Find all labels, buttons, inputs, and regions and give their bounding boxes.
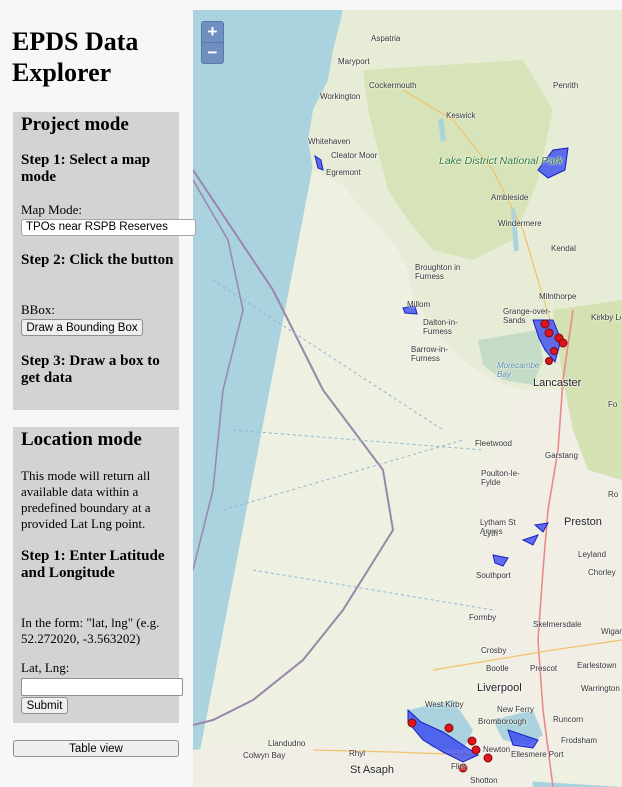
map-label: Frodsham <box>561 736 598 745</box>
map-label: Keswick <box>446 111 476 120</box>
map-label: Colwyn Bay <box>243 751 286 760</box>
map-label: Bromborough <box>478 717 527 726</box>
map-label: Southport <box>476 571 511 580</box>
map-label: Formby <box>469 613 497 622</box>
map-label: Cockermouth <box>369 81 417 90</box>
map-label: Kirkby Lonsdale <box>591 313 621 322</box>
table-view-button[interactable]: Table view <box>13 740 179 757</box>
marker <box>467 736 477 746</box>
project-step2-heading: Step 2: Click the button <box>21 252 174 268</box>
map-label: Liverpool <box>477 682 522 694</box>
submit-button[interactable]: Submit <box>21 697 68 714</box>
marker <box>550 347 558 355</box>
zoom-out-button[interactable]: − <box>201 42 224 64</box>
map-label: Rhyl <box>349 749 366 758</box>
location-mode-description: This mode will return all available data… <box>21 468 151 531</box>
map-label: Wigan <box>601 627 622 636</box>
map-label: Preston <box>564 516 602 528</box>
map-label: Ambleside <box>491 193 529 202</box>
map-label: Llandudno <box>268 739 306 748</box>
map-label: Workington <box>320 92 361 101</box>
map-label-national-park: Lake District National Park <box>439 155 563 167</box>
map-label: Earlestown <box>577 661 617 670</box>
map-label: Grange-over-Sands <box>503 307 551 325</box>
map-label: Barrow-in-Furness <box>411 345 448 363</box>
map-label: Egremont <box>326 168 361 177</box>
zoom-in-button[interactable]: + <box>201 21 224 43</box>
map-label: Fo <box>608 400 618 409</box>
marker <box>558 338 568 348</box>
latlng-input[interactable] <box>21 678 183 696</box>
maritime-boundary-2 <box>193 179 244 571</box>
map-label: New Ferry <box>497 705 534 714</box>
map[interactable]: Aspatria Maryport Cockermouth Workington… <box>193 10 622 787</box>
map-label: Poulton-le-Fylde <box>481 469 520 487</box>
map-label: Skelmersdale <box>533 620 582 629</box>
map-label: Bootle <box>486 664 509 673</box>
marker <box>483 753 493 763</box>
bbox-label: BBox: <box>21 302 55 317</box>
map-label: Shotton <box>470 776 498 785</box>
latlng-format-hint: In the form: "lat, lng" (e.g. 52.272020,… <box>21 615 160 646</box>
map-label: Millom <box>407 300 431 309</box>
map-label: Lyth <box>483 529 498 538</box>
map-label: Lancaster <box>533 377 582 389</box>
location-step1-heading: Step 1: Enter Latitude and Longitude <box>21 548 165 581</box>
map-label: Penrith <box>553 81 579 90</box>
marker <box>471 745 481 755</box>
marker <box>407 718 417 728</box>
map-label: Windermere <box>498 219 542 228</box>
map-label: Fleetwood <box>475 439 512 448</box>
map-label: Crosby <box>481 646 507 655</box>
project-step3-heading: Step 3: Draw a box to get data <box>21 353 160 386</box>
map-label: Flint <box>451 762 467 771</box>
map-label: Aspatria <box>371 34 401 43</box>
map-label: Warrington <box>581 684 620 693</box>
map-label: Prescot <box>530 664 558 673</box>
map-label: Milnthorpe <box>539 292 577 301</box>
map-label: St Asaph <box>350 764 395 776</box>
map-label: Kendal <box>551 244 576 253</box>
map-mode-select[interactable]: TPOs near RSPB Reserves <box>21 219 196 236</box>
map-label: Broughton in Furness <box>415 263 461 281</box>
marker <box>444 723 454 733</box>
draw-bounding-box-button[interactable]: Draw a Bounding Box <box>21 319 143 336</box>
project-mode-heading: Project mode <box>21 114 129 135</box>
sidebar: EPDS Data Explorer Project mode Step 1: … <box>0 0 196 787</box>
map-label: Runcorn <box>553 715 584 724</box>
project-step1-heading: Step 1: Select a map mode <box>21 152 151 185</box>
app-title: EPDS Data Explorer <box>12 27 139 87</box>
map-label: Chorley <box>588 568 616 577</box>
map-mode-label: Map Mode: <box>21 202 83 217</box>
map-label: West Kirby <box>425 700 464 709</box>
map-label: Ellesmere Port <box>511 750 564 759</box>
map-label: Newton <box>483 745 511 754</box>
marker <box>544 328 554 338</box>
map-label: Cleator Moor <box>331 151 378 160</box>
location-mode-panel: Location mode This mode will return all … <box>13 427 183 723</box>
location-mode-heading: Location mode <box>21 429 142 450</box>
map-label: Maryport <box>338 57 370 66</box>
latlng-label: Lat, Lng: <box>21 660 70 675</box>
map-tiles <box>193 10 622 787</box>
map-label: Ro <box>608 490 619 499</box>
map-label: Whitehaven <box>308 137 351 146</box>
map-label: Leyland <box>578 550 607 559</box>
project-mode-panel: Project mode Step 1: Select a map mode M… <box>13 112 196 410</box>
map-label: Dalton-in-Furness <box>423 318 458 336</box>
map-label: Garstang <box>545 451 578 460</box>
